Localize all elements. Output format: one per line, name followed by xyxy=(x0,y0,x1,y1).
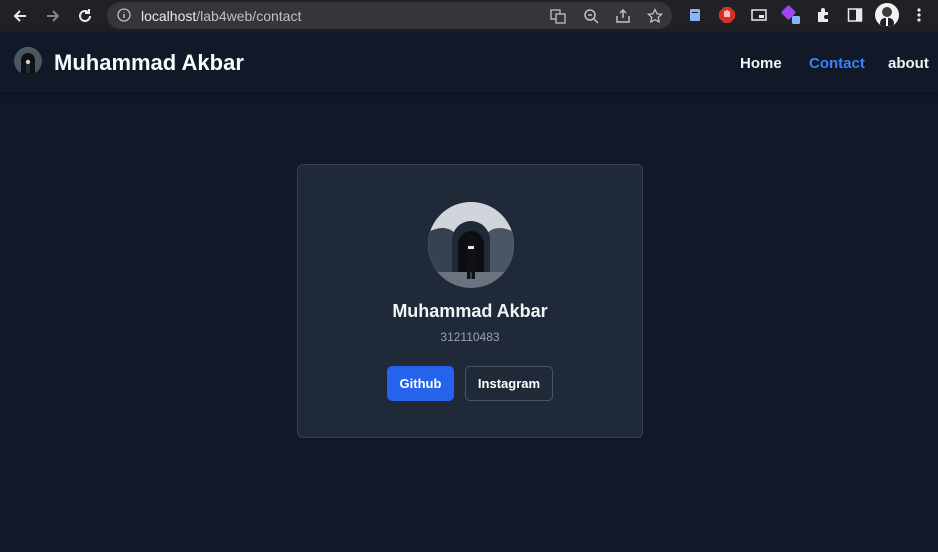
share-icon[interactable] xyxy=(613,6,633,26)
url-path: /lab4web/contact xyxy=(196,8,302,24)
brand-name[interactable]: Muhammad Akbar xyxy=(54,50,244,76)
profile-photo xyxy=(428,202,514,288)
nav-link-contact[interactable]: Contact xyxy=(809,55,865,72)
profile-card: Muhammad Akbar 312110483 Github Instagra… xyxy=(297,164,643,438)
picture-in-picture-icon[interactable] xyxy=(749,5,769,25)
translate-icon[interactable] xyxy=(548,6,568,26)
instagram-button[interactable]: Instagram xyxy=(465,366,553,401)
side-panel-icon[interactable] xyxy=(845,5,865,25)
back-arrow-icon[interactable] xyxy=(8,4,32,28)
brand-avatar[interactable] xyxy=(14,47,42,75)
adblock-extension-icon[interactable] xyxy=(717,5,737,25)
url-host: localhost xyxy=(141,8,197,24)
browser-toolbar: localhost/lab4web/contact xyxy=(0,0,938,32)
nav-link-home[interactable]: Home xyxy=(740,55,782,72)
info-icon[interactable] xyxy=(117,8,131,27)
puzzle-icon[interactable] xyxy=(813,5,833,25)
github-button[interactable]: Github xyxy=(387,366,454,401)
zoom-icon[interactable] xyxy=(581,6,601,26)
reload-icon[interactable] xyxy=(73,4,97,28)
forward-arrow-icon[interactable] xyxy=(41,4,65,28)
color-picker-extension-icon[interactable] xyxy=(781,5,801,25)
docs-extension-icon[interactable] xyxy=(685,5,705,25)
profile-name: Muhammad Akbar xyxy=(392,301,548,321)
profile-avatar[interactable] xyxy=(875,3,899,27)
address-bar[interactable]: localhost/lab4web/contact xyxy=(107,2,672,29)
nav-link-about[interactable]: about xyxy=(888,55,929,72)
profile-id: 312110483 xyxy=(440,330,500,344)
more-vert-icon[interactable] xyxy=(909,5,929,25)
star-icon[interactable] xyxy=(645,6,665,26)
url-text[interactable]: localhost/lab4web/contact xyxy=(141,8,301,24)
